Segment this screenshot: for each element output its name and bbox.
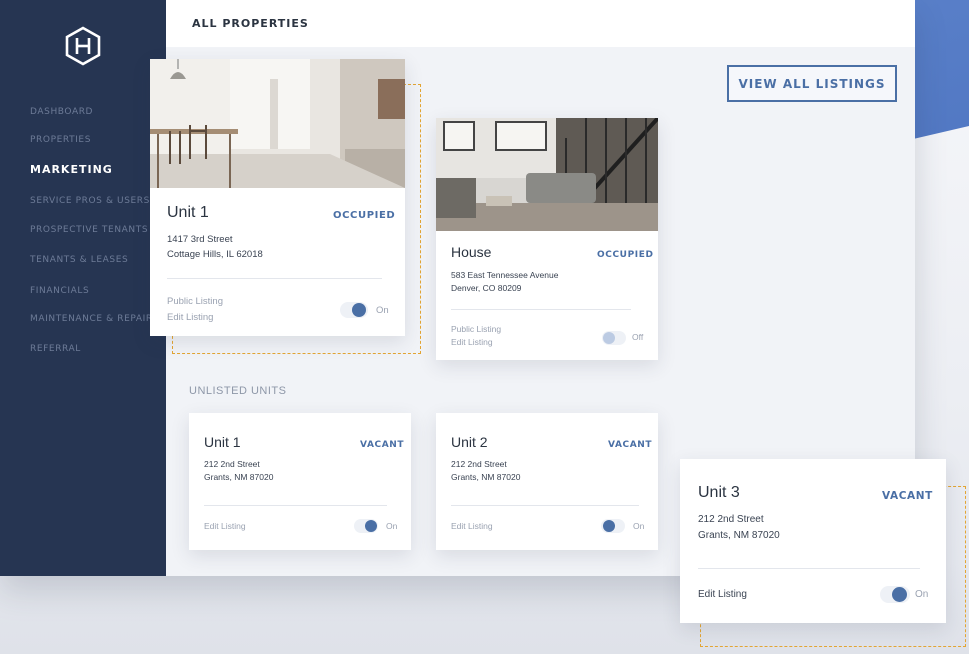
property-photo-living-room — [436, 118, 658, 231]
sidebar: DASHBOARD PROPERTIES MARKETING SERVICE P… — [0, 0, 166, 576]
sidebar-item-properties[interactable]: PROPERTIES — [30, 135, 91, 145]
sidebar-item-referral[interactable]: REFERRAL — [30, 344, 81, 354]
status-badge: VACANT — [360, 440, 405, 450]
public-listing-label: Public Listing — [451, 324, 502, 334]
listing-card-house[interactable]: House OCCUPIED 583 East Tennessee Avenue… — [436, 118, 658, 360]
toggle-state-label: On — [633, 521, 645, 531]
toggle-knob — [352, 303, 366, 317]
toggle-state-label: On — [376, 305, 389, 316]
sidebar-item-marketing[interactable]: MARKETING — [30, 163, 113, 176]
status-badge: OCCUPIED — [597, 250, 654, 260]
status-badge: OCCUPIED — [333, 210, 396, 221]
listing-toggle[interactable] — [601, 519, 625, 533]
sidebar-item-prospective-tenants[interactable]: PROSPECTIVE TENANTS — [30, 225, 148, 235]
address-line-2: Grants, NM 87020 — [204, 472, 274, 482]
public-listing-toggle[interactable] — [602, 331, 626, 345]
address-line-2: Grants, NM 87020 — [698, 530, 780, 541]
sidebar-item-service-pros-users[interactable]: SERVICE PROS & USERS — [30, 196, 150, 206]
sidebar-item-tenants-leases[interactable]: TENANTS & LEASES — [30, 255, 128, 265]
edit-listing-link[interactable]: Edit Listing — [204, 521, 246, 531]
section-heading-unlisted: UNLISTED UNITS — [189, 385, 287, 397]
card-title: Unit 3 — [698, 484, 740, 501]
logo-icon — [65, 26, 101, 66]
card-title: Unit 1 — [167, 204, 209, 221]
edit-listing-link[interactable]: Edit Listing — [451, 521, 493, 531]
view-all-listings-button[interactable]: VIEW ALL LISTINGS — [727, 65, 897, 102]
address-line-2: Grants, NM 87020 — [451, 472, 521, 482]
public-listing-label: Public Listing — [167, 296, 223, 307]
listing-card-unit-1[interactable]: Unit 1 OCCUPIED 1417 3rd Street Cottage … — [150, 59, 405, 336]
listing-toggle[interactable] — [354, 519, 378, 533]
card-title: Unit 1 — [204, 434, 241, 450]
divider — [167, 278, 382, 279]
address-line-1: 583 East Tennessee Avenue — [451, 270, 559, 280]
property-photo-kitchen — [150, 59, 405, 188]
sidebar-item-dashboard[interactable]: DASHBOARD — [30, 107, 93, 117]
status-badge: VACANT — [882, 490, 933, 502]
sidebar-item-financials[interactable]: FINANCIALS — [30, 286, 89, 296]
page-title: ALL PROPERTIES — [192, 17, 309, 30]
edit-listing-link[interactable]: Edit Listing — [167, 312, 213, 323]
unlisted-card-unit-2[interactable]: Unit 2 VACANT 212 2nd Street Grants, NM … — [436, 413, 658, 550]
toggle-state-label: On — [386, 521, 398, 531]
address-line-2: Denver, CO 80209 — [451, 283, 522, 293]
divider — [451, 505, 639, 506]
card-title: House — [451, 244, 492, 260]
sidebar-item-maintenance-repair[interactable]: MAINTENANCE & REPAIR — [30, 314, 153, 324]
toggle-knob — [892, 587, 907, 602]
divider — [698, 568, 920, 569]
toggle-knob — [365, 520, 377, 532]
divider — [451, 309, 631, 310]
toggle-knob — [603, 520, 615, 532]
topbar: ALL PROPERTIES — [166, 0, 915, 47]
edit-listing-link[interactable]: Edit Listing — [451, 337, 493, 347]
address-line-1: 212 2nd Street — [204, 459, 260, 469]
address-line-1: 212 2nd Street — [698, 514, 764, 525]
address-line-1: 1417 3rd Street — [167, 234, 233, 245]
listing-toggle[interactable] — [880, 586, 910, 603]
toggle-state-label: On — [915, 589, 929, 600]
card-title: Unit 2 — [451, 434, 488, 450]
unlisted-card-unit-1[interactable]: Unit 1 VACANT 212 2nd Street Grants, NM … — [189, 413, 411, 550]
public-listing-toggle[interactable] — [340, 302, 368, 318]
divider — [204, 505, 387, 506]
edit-listing-link[interactable]: Edit Listing — [698, 589, 747, 600]
address-line-2: Cottage Hills, IL 62018 — [167, 249, 263, 260]
toggle-knob — [603, 332, 615, 344]
unlisted-card-unit-3[interactable]: Unit 3 VACANT 212 2nd Street Grants, NM … — [680, 459, 946, 623]
status-badge: VACANT — [608, 440, 653, 450]
address-line-1: 212 2nd Street — [451, 459, 507, 469]
toggle-state-label: Off — [632, 332, 644, 342]
